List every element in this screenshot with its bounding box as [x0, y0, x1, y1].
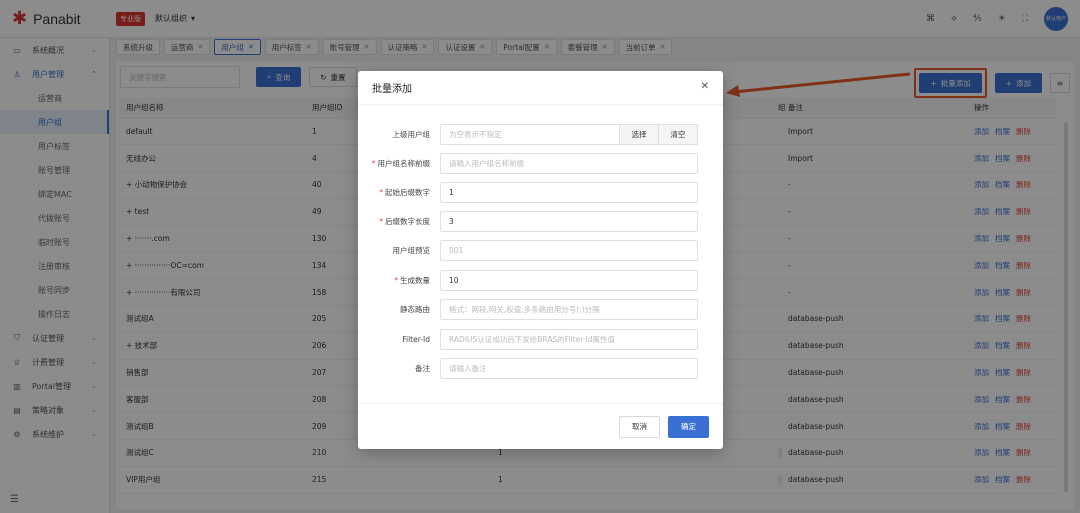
select-button[interactable]: 选择 [620, 123, 659, 145]
form-row-remark: 备注 请输入备注 [358, 357, 723, 379]
form-label: 静态路由 [400, 304, 430, 314]
close-icon[interactable]: ✕ [701, 81, 709, 92]
batch-add-modal: 批量添加 ✕ 上级用户组 为空表示不指定 选择 清空 * 用户组名称前缀 请输入用… [358, 71, 723, 449]
suffix-length-input[interactable]: 3 [440, 210, 698, 232]
form-row-static-route: 静态路由 格式：网段,网关,权值;多条路由用分号(;)分隔 [358, 298, 723, 320]
form-label: * 后缀数字长度 [379, 216, 430, 226]
preview-input: 001 [440, 239, 698, 261]
form-label: * 生成数量 [394, 275, 430, 285]
form-row-parent-group: 上级用户组 为空表示不指定 选择 清空 [358, 123, 723, 145]
form-row-name-prefix: * 用户组名称前缀 请输入用户组名称前缀 [358, 152, 723, 174]
parent-group-input-group: 为空表示不指定 选择 清空 [440, 123, 698, 145]
static-route-input[interactable]: 格式：网段,网关,权值;多条路由用分号(;)分隔 [440, 298, 698, 320]
form-row-suffix-length: * 后缀数字长度 3 [358, 210, 723, 232]
form-row-count: * 生成数量 10 [358, 269, 723, 291]
form-label: 上级用户组 [392, 129, 431, 139]
count-input[interactable]: 10 [440, 269, 698, 291]
modal-footer: 取消 确定 [358, 403, 723, 449]
name-prefix-input[interactable]: 请输入用户组名称前缀 [440, 152, 698, 174]
parent-group-input[interactable]: 为空表示不指定 [440, 123, 620, 145]
form-row-filter-id: Filter-Id RADIUS认证成功后下发给BRAS的Filter-Id属性… [358, 328, 723, 350]
form-label: Filter-Id [402, 334, 430, 344]
form-row-preview: 用户组预览 001 [358, 239, 723, 261]
form-label: 备注 [415, 363, 430, 373]
cancel-button[interactable]: 取消 [619, 415, 660, 438]
form-label: * 起始后缀数字 [379, 187, 430, 197]
filter-id-input[interactable]: RADIUS认证成功后下发给BRAS的Filter-Id属性值 [440, 328, 698, 350]
clear-button[interactable]: 清空 [659, 123, 698, 145]
modal-title: 批量添加 [372, 84, 412, 95]
modal-header: 批量添加 ✕ [358, 71, 723, 105]
remark-input[interactable]: 请输入备注 [440, 357, 698, 379]
form-label: 用户组预览 [392, 245, 431, 255]
form-label: * 用户组名称前缀 [371, 158, 430, 168]
start-suffix-input[interactable]: 1 [440, 181, 698, 203]
form-row-start-suffix: * 起始后缀数字 1 [358, 181, 723, 203]
confirm-button[interactable]: 确定 [668, 415, 709, 438]
